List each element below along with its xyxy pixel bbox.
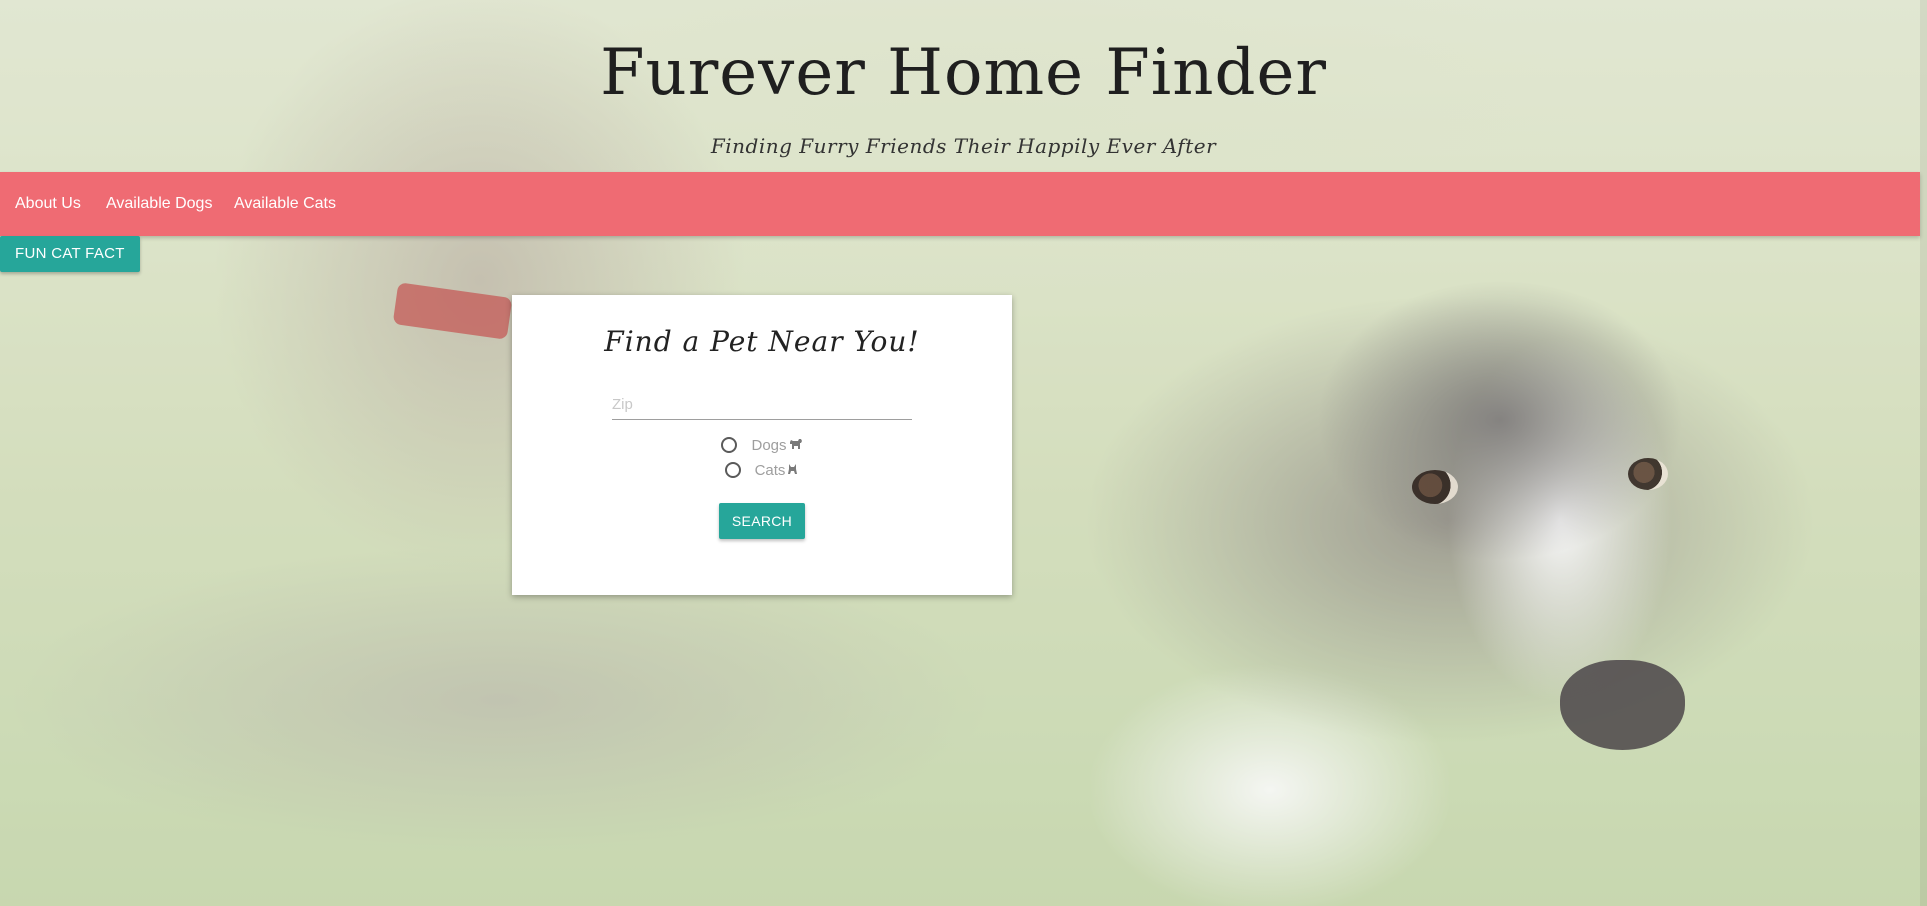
zip-input[interactable] xyxy=(612,389,912,420)
nav-link-available-dogs[interactable]: Available Dogs xyxy=(106,172,212,236)
fun-cat-fact-button[interactable]: FUN CAT FACT xyxy=(0,236,140,272)
radio-option-dogs[interactable]: Dogs xyxy=(512,434,1012,456)
radio-option-cats[interactable]: Cats xyxy=(512,459,1012,481)
nav-link-available-cats[interactable]: Available Cats xyxy=(234,172,336,236)
page-scrollbar[interactable] xyxy=(1920,0,1927,906)
site-tagline: Finding Furry Friends Their Happily Ever… xyxy=(710,134,1217,158)
dog-nose xyxy=(1560,660,1685,750)
cat-icon xyxy=(786,462,799,478)
dog-left-eye xyxy=(1412,470,1458,504)
dogs-radio-button[interactable] xyxy=(721,437,738,453)
cats-radio-label: Cats xyxy=(754,461,786,479)
page: Furever Home Finder Finding Furry Friend… xyxy=(0,0,1927,906)
site-title: Furever Home Finder xyxy=(600,36,1327,110)
cats-radio-button[interactable] xyxy=(724,462,741,478)
search-button[interactable]: SEARCH xyxy=(719,503,805,539)
navbar: About Us Available Dogs Available Cats xyxy=(0,172,1920,236)
search-card: Find a Pet Near You! Dogs Cats SEARCH xyxy=(512,295,1012,595)
nav-link-about-us[interactable]: About Us xyxy=(15,172,81,236)
site-header: Furever Home Finder Finding Furry Friend… xyxy=(0,0,1927,172)
search-card-title: Find a Pet Near You! xyxy=(604,325,920,358)
dog-right-eye xyxy=(1628,458,1668,490)
dogs-radio-label: Dogs xyxy=(751,436,787,454)
dog-icon xyxy=(788,437,803,454)
